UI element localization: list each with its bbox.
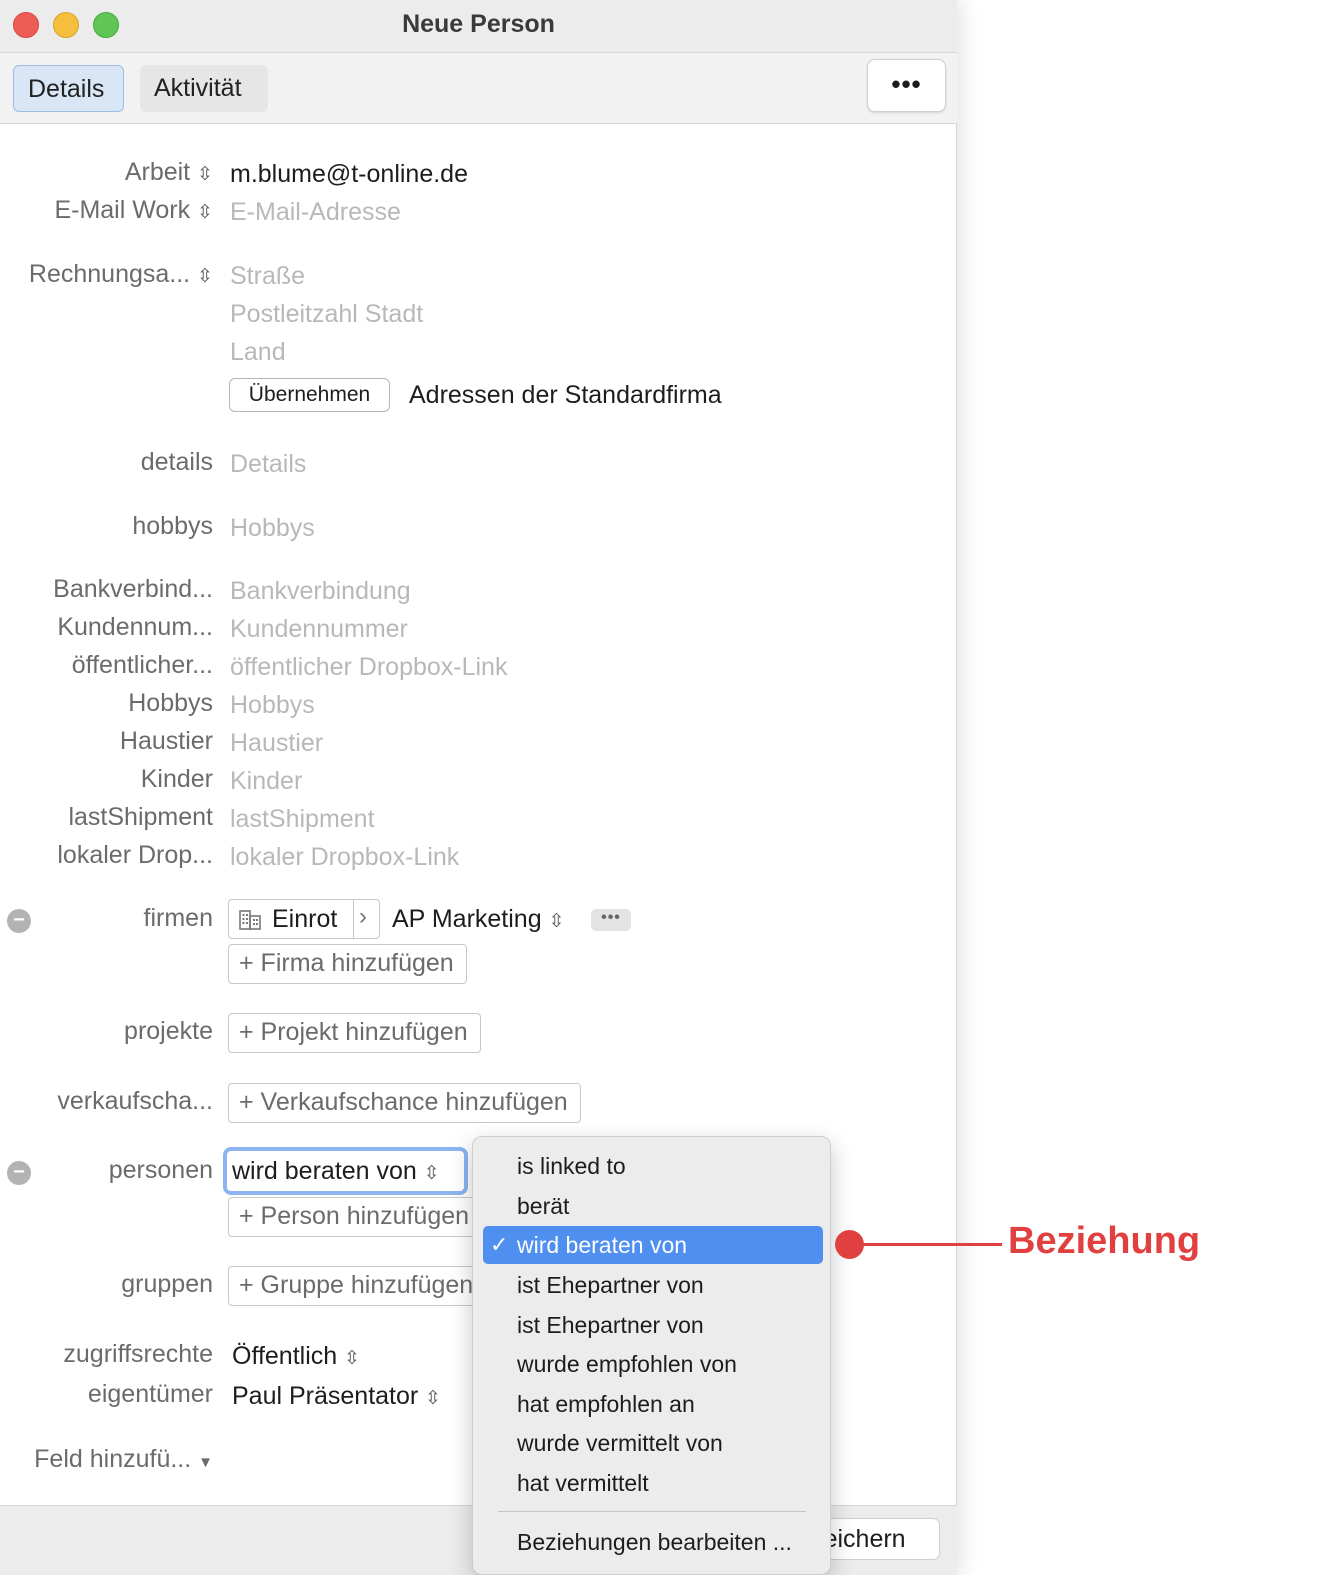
hobbys-label: hobbys [132,512,213,540]
add-field-label: Feld hinzufü... [34,1445,192,1473]
edit-relationships-item[interactable]: Beziehungen bearbeiten ... [483,1523,823,1561]
company-name: Einrot [272,905,338,933]
access-rights-label: zugriffsrechte [63,1340,213,1368]
add-group-button[interactable]: + Gruppe hinzufügen [228,1266,478,1306]
access-rights-select[interactable]: Öffentlich ⇳ [232,1342,360,1371]
custom-field-label: Hobbys [128,689,213,717]
company-role-select[interactable]: AP Marketing ⇳ [392,905,564,934]
custom-field-label: Kundennum... [57,613,213,641]
menu-item[interactable]: berät [483,1187,823,1225]
dropdown-triangle-icon: ▼ [198,1454,213,1471]
gruppen-label: gruppen [121,1270,213,1298]
menu-item[interactable]: ist Ehepartner von [483,1306,823,1344]
custom-field-input[interactable]: Hobbys [230,691,315,720]
owner-value: Paul Präsentator [232,1382,419,1410]
email-value[interactable]: m.blume@t-online.de [230,160,468,189]
firmen-label: firmen [143,904,213,932]
owner-label: eigentümer [87,1380,213,1408]
email-work-field[interactable]: E-Mail-Adresse [230,198,401,227]
custom-field-input[interactable]: lastShipment [230,805,375,834]
custom-field-label: Bankverbind... [53,575,213,603]
custom-field-label: Haustier [119,727,213,755]
menu-item[interactable]: ist Ehepartner von [483,1266,823,1304]
personen-label: personen [108,1156,213,1184]
details-label: details [140,448,213,476]
menu-item[interactable]: is linked to [483,1147,823,1185]
toolbar: Details Aktivität ••• [0,53,957,124]
tab-details[interactable]: Details [13,65,124,112]
updown-chevron-icon: ⇳ [197,164,213,185]
company-role-value: AP Marketing [392,905,542,933]
email-work-type-select[interactable]: E-Mail Work ⇳ [0,196,213,230]
company-link[interactable]: Einrot › [228,899,380,939]
relationship-select[interactable]: wird beraten von ⇳ [223,1147,468,1195]
email-work-label: E-Mail Work [54,196,191,224]
access-rights-value: Öffentlich [232,1342,338,1370]
email-type-label: Arbeit [124,158,191,186]
menu-item-label: wird beraten von [517,1232,688,1258]
more-actions-button[interactable]: ••• [867,59,946,112]
menu-item[interactable]: hat vermittelt [483,1464,823,1502]
street-field[interactable]: Straße [230,262,305,291]
address-type-select[interactable]: Rechnungsa... ⇳ [0,260,213,294]
annotation-label: Beziehung [1008,1220,1201,1262]
hobbys-field[interactable]: Hobbys [230,514,315,543]
updown-chevron-icon: ⇳ [197,202,213,223]
add-opportunity-button[interactable]: + Verkaufschance hinzufügen [228,1083,581,1123]
updown-chevron-icon: ⇳ [425,1388,442,1409]
menu-item[interactable]: wurde empfohlen von [483,1345,823,1383]
menu-separator [498,1511,806,1512]
apply-address-text: Adressen der Standardfirma [409,381,722,409]
owner-select[interactable]: Paul Präsentator ⇳ [232,1382,441,1411]
updown-chevron-icon: ⇳ [423,1163,440,1184]
projekte-label: projekte [124,1017,213,1045]
company-more-button[interactable]: ••• [591,909,631,931]
relationship-menu: is linked to berät ✓ wird beraten von is… [472,1136,831,1575]
menu-item[interactable]: wurde vermittelt von [483,1424,823,1462]
add-person-button[interactable]: + Person hinzufügen [228,1197,478,1237]
email-type-select[interactable]: Arbeit ⇳ [0,158,213,192]
menu-item[interactable]: hat empfohlen an [483,1385,823,1423]
updown-chevron-icon: ⇳ [344,1348,361,1369]
window-title: Neue Person [402,10,555,38]
custom-field-input[interactable]: lokaler Dropbox-Link [230,843,459,872]
country-field[interactable]: Land [230,338,286,367]
building-icon [239,910,261,930]
chevron-right-icon[interactable]: › [359,903,367,931]
details-field[interactable]: Details [230,450,306,479]
menu-item-selected[interactable]: ✓ wird beraten von [483,1226,823,1264]
custom-field-input[interactable]: Kinder [230,767,302,796]
add-project-button[interactable]: + Projekt hinzufügen [228,1013,481,1053]
add-field-button[interactable]: Feld hinzufü... ▼ [0,1445,213,1479]
tab-activity[interactable]: Aktivität [140,65,268,112]
updown-chevron-icon: ⇳ [548,911,565,932]
title-bar: Neue Person [0,0,957,53]
custom-field-input[interactable]: Bankverbindung [230,577,411,606]
custom-field-label: lastShipment [68,803,213,831]
updown-chevron-icon: ⇳ [197,266,213,287]
annotation-dot [835,1230,864,1259]
city-field[interactable]: Postleitzahl Stadt [230,300,423,329]
checkmark-icon: ✓ [490,1232,509,1257]
verkaufschancen-label: verkaufscha... [57,1087,213,1115]
custom-field-label: öffentlicher... [71,651,213,679]
custom-field-input[interactable]: Kundennummer [230,615,408,644]
address-type-label: Rechnungsa... [28,260,191,288]
add-company-button[interactable]: + Firma hinzufügen [228,944,467,984]
apply-address-button[interactable]: Übernehmen [229,378,390,412]
relationship-value: wird beraten von [232,1157,417,1185]
custom-field-label: lokaler Drop... [57,841,213,869]
custom-field-input[interactable]: öffentlicher Dropbox-Link [230,653,507,682]
annotation-line [850,1243,1002,1246]
custom-field-label: Kinder [140,765,213,793]
custom-field-input[interactable]: Haustier [230,729,323,758]
